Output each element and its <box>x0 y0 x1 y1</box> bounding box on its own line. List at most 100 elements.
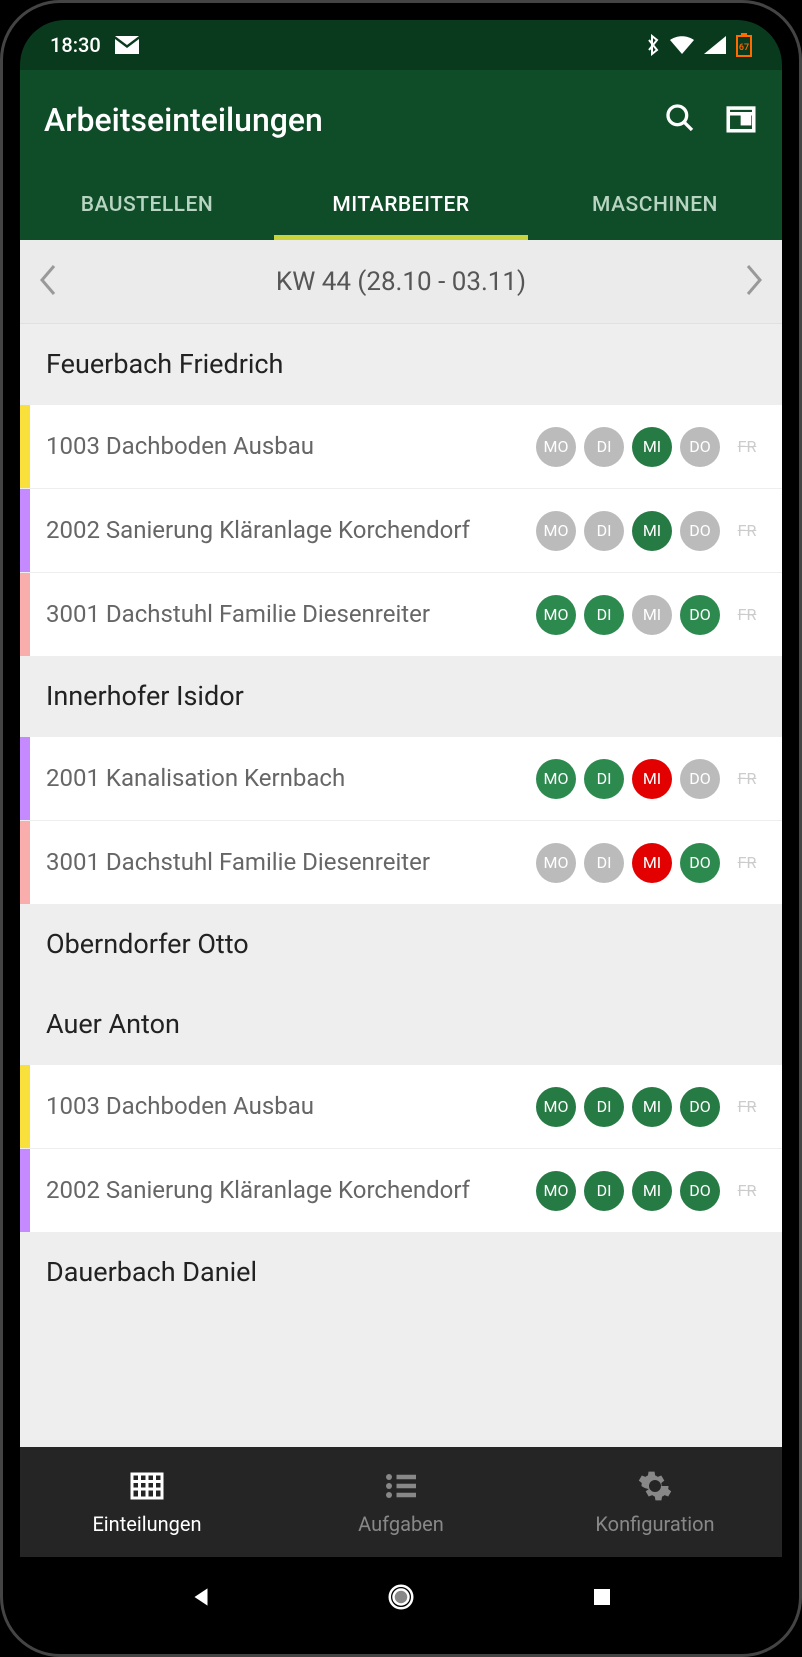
day-fr: FR <box>728 759 766 799</box>
day-mo[interactable]: MO <box>536 511 576 551</box>
calendar-icon[interactable] <box>724 101 758 139</box>
day-di[interactable]: DI <box>584 511 624 551</box>
day-mo[interactable]: MO <box>536 843 576 883</box>
assignment-name: 2002 Sanierung Kläranlage Korchendorf <box>30 515 536 546</box>
signal-icon <box>704 36 726 54</box>
color-bar <box>20 489 30 572</box>
day-di[interactable]: DI <box>584 759 624 799</box>
assignment-row[interactable]: 3001 Dachstuhl Familie Diesenreiter MO D… <box>20 820 782 904</box>
svg-text:67: 67 <box>739 43 749 53</box>
day-do[interactable]: DO <box>680 595 720 635</box>
day-do[interactable]: DO <box>680 1171 720 1211</box>
color-bar <box>20 1065 30 1148</box>
day-badges: MO DI MI DO FR <box>536 759 766 799</box>
day-badges: MO DI MI DO FR <box>536 843 766 883</box>
day-fr: FR <box>728 427 766 467</box>
day-mi[interactable]: MI <box>632 427 672 467</box>
nav-label: Einteilungen <box>92 1512 201 1536</box>
app-bar: Arbeitseinteilungen <box>20 70 782 170</box>
assignment-name: 1003 Dachboden Ausbau <box>30 431 536 462</box>
nav-label: Konfiguration <box>595 1512 714 1536</box>
gear-icon <box>637 1468 673 1504</box>
nav-einteilungen[interactable]: Einteilungen <box>20 1447 274 1557</box>
color-bar <box>20 737 30 820</box>
day-mi[interactable]: MI <box>632 1171 672 1211</box>
status-time: 18:30 <box>50 33 101 57</box>
color-bar <box>20 573 30 656</box>
day-mi[interactable]: MI <box>632 511 672 551</box>
wifi-icon <box>670 36 694 54</box>
day-mo[interactable]: MO <box>536 595 576 635</box>
prev-week-button[interactable] <box>38 263 58 301</box>
day-fr: FR <box>728 1087 766 1127</box>
color-bar <box>20 405 30 488</box>
day-do[interactable]: DO <box>680 759 720 799</box>
day-mo[interactable]: MO <box>536 427 576 467</box>
nav-konfiguration[interactable]: Konfiguration <box>528 1447 782 1557</box>
day-badges: MO DI MI DO FR <box>536 427 766 467</box>
day-badges: MO DI MI DO FR <box>536 595 766 635</box>
assignment-name: 2002 Sanierung Kläranlage Korchendorf <box>30 1175 536 1206</box>
day-do[interactable]: DO <box>680 1087 720 1127</box>
assignment-name: 2001 Kanalisation Kernbach <box>30 763 536 794</box>
day-badges: MO DI MI DO FR <box>536 511 766 551</box>
mail-icon <box>115 36 139 54</box>
list-icon <box>383 1468 419 1504</box>
page-title: Arbeitseinteilungen <box>44 101 323 139</box>
next-week-button[interactable] <box>744 263 764 301</box>
assignment-name: 3001 Dachstuhl Familie Diesenreiter <box>30 847 536 878</box>
assignment-row[interactable]: 1003 Dachboden Ausbau MO DI MI DO FR <box>20 1064 782 1148</box>
employee-header: Auer Anton <box>20 984 782 1064</box>
day-fr: FR <box>728 511 766 551</box>
day-di[interactable]: DI <box>584 427 624 467</box>
day-di[interactable]: DI <box>584 1171 624 1211</box>
assignment-row[interactable]: 3001 Dachstuhl Familie Diesenreiter MO D… <box>20 572 782 656</box>
day-di[interactable]: DI <box>584 1087 624 1127</box>
day-mo[interactable]: MO <box>536 1087 576 1127</box>
back-button[interactable] <box>181 1577 221 1617</box>
day-mo[interactable]: MO <box>536 1171 576 1211</box>
assignment-row[interactable]: 2001 Kanalisation Kernbach MO DI MI DO F… <box>20 736 782 820</box>
bluetooth-icon <box>646 34 660 56</box>
color-bar <box>20 821 30 904</box>
battery-icon: 67 <box>736 33 752 57</box>
employee-header: Feuerbach Friedrich <box>20 324 782 404</box>
color-bar <box>20 1149 30 1232</box>
content-list[interactable]: Feuerbach Friedrich 1003 Dachboden Ausba… <box>20 324 782 1447</box>
assignment-row[interactable]: 2002 Sanierung Kläranlage Korchendorf MO… <box>20 1148 782 1232</box>
day-mi[interactable]: MI <box>632 595 672 635</box>
tabs: BAUSTELLEN MITARBEITER MASCHINEN <box>20 170 782 240</box>
day-mo[interactable]: MO <box>536 759 576 799</box>
day-do[interactable]: DO <box>680 427 720 467</box>
recents-button[interactable] <box>582 1577 622 1617</box>
day-do[interactable]: DO <box>680 843 720 883</box>
employee-header: Dauerbach Daniel <box>20 1232 782 1312</box>
nav-label: Aufgaben <box>358 1512 444 1536</box>
grid-icon <box>129 1468 165 1504</box>
day-mi[interactable]: MI <box>632 843 672 883</box>
home-button[interactable] <box>381 1577 421 1617</box>
day-do[interactable]: DO <box>680 511 720 551</box>
day-fr: FR <box>728 843 766 883</box>
day-di[interactable]: DI <box>584 843 624 883</box>
employee-header: Innerhofer Isidor <box>20 656 782 736</box>
week-label: KW 44 (28.10 - 03.11) <box>276 267 526 297</box>
day-mi[interactable]: MI <box>632 1087 672 1127</box>
tab-mitarbeiter[interactable]: MITARBEITER <box>274 170 528 240</box>
assignment-row[interactable]: 1003 Dachboden Ausbau MO DI MI DO FR <box>20 404 782 488</box>
day-fr: FR <box>728 595 766 635</box>
nav-aufgaben[interactable]: Aufgaben <box>274 1447 528 1557</box>
day-badges: MO DI MI DO FR <box>536 1171 766 1211</box>
employee-header: Oberndorfer Otto <box>20 904 782 984</box>
assignment-row[interactable]: 2002 Sanierung Kläranlage Korchendorf MO… <box>20 488 782 572</box>
day-di[interactable]: DI <box>584 595 624 635</box>
tab-maschinen[interactable]: MASCHINEN <box>528 170 782 240</box>
system-nav <box>20 1557 782 1637</box>
day-mi[interactable]: MI <box>632 759 672 799</box>
bottom-nav: Einteilungen Aufgaben Konfiguration <box>20 1447 782 1557</box>
assignment-name: 3001 Dachstuhl Familie Diesenreiter <box>30 599 536 630</box>
search-icon[interactable] <box>664 102 696 138</box>
day-badges: MO DI MI DO FR <box>536 1087 766 1127</box>
week-navigator: KW 44 (28.10 - 03.11) <box>20 240 782 324</box>
tab-baustellen[interactable]: BAUSTELLEN <box>20 170 274 240</box>
